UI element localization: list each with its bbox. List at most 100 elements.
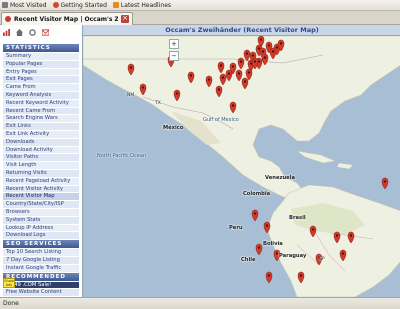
sidebar-item-visitor-paths[interactable]: Visitor Paths [3,154,79,163]
visitor-marker-icon[interactable] [255,243,263,256]
seo-item-7-day-google-listing[interactable]: 7 Day Google Listing [3,256,79,265]
visitor-marker-dot [299,274,303,277]
sidebar-item-recent-came-from[interactable]: Recent Came From [3,107,79,116]
sidebar-item-popular-pages[interactable]: Popular Pages [3,60,79,69]
visitor-marker-dot [257,246,261,249]
visitor-marker-dot [141,86,145,89]
visitor-marker-dot [251,54,255,57]
visitor-marker-dot [227,72,231,75]
sidebar-item-came-from[interactable]: Came From [3,84,79,92]
bookmark-latest-headlines[interactable]: Latest Headlines [112,2,171,9]
visitor-marker-dot [257,47,261,50]
sidebar-item-downloads[interactable]: Downloads [3,138,79,147]
visitor-map[interactable]: Occam's Zweihänder (Recent Visitor Map) … [82,25,400,297]
settings-icon[interactable] [29,29,36,36]
zoom-in-button[interactable]: + [169,39,179,49]
south-america-landmass [266,184,400,297]
tab-title: Recent Visitor Map | Occam's Zweih... [14,15,118,23]
visitor-marker-dot [243,80,247,83]
hispaniola-island [336,162,354,170]
bookmarks-toolbar: Most Visited Getting Started Latest Head… [0,0,400,11]
sidebar-item-returning-visits[interactable]: Returning Visits [3,169,79,178]
sidebar-item-download-activity[interactable]: Download Activity [3,146,79,155]
visitor-marker-dot [279,42,283,45]
visitor-marker-dot [207,78,211,81]
visitor-marker-dot [231,65,235,68]
visitor-marker-dot [129,66,133,69]
ad-badge[interactable]: Show Ads [3,278,15,288]
stats-bars-icon[interactable] [3,29,10,36]
sidebar-item-download-logs[interactable]: Download Logs [3,232,79,241]
seo-item-top-10-search-listing[interactable]: Top 10 Search Listing [3,249,79,257]
visitor-marker-dot [189,74,193,77]
sidebar-item-summary[interactable]: Summary [3,53,79,61]
sidebar-item-visit-length[interactable]: Visit Length [3,162,79,170]
visitor-marker-dot [261,50,265,53]
label-bolivia: Bolivia [263,241,283,247]
visitor-marker-dot [249,62,253,65]
visitor-marker-dot [275,252,279,255]
label-gulf-of-mexico: Gulf of Mexico [203,117,239,123]
sidebar-header-statistics: STATISTICS [3,44,79,52]
sidebar-item-exit-links[interactable]: Exit Links [3,123,79,131]
sidebar-item-system-stats[interactable]: System Stats [3,216,79,225]
visitor-marker-dot [237,72,241,75]
status-bar: Done [0,297,400,309]
sidebar-item-lookup-ip-address[interactable]: Lookup IP Address [3,224,79,233]
label-mexico: México [163,125,184,131]
firefox-icon [52,2,59,8]
sidebar-item-recent-pageload-activity[interactable]: Recent Pageload Activity [3,177,79,186]
sidebar-item-country-state-city-isp[interactable]: Country/State/City/ISP [3,201,79,209]
label-paraguay: Paraguay [279,253,307,259]
seo-list: Top 10 Search Listing 7 Day Google Listin… [3,249,79,273]
seo-item-instant-google-traffic[interactable]: Instant Google Traffic [3,264,79,273]
visitor-marker-dot [271,50,275,53]
rss-feed-icon [112,2,119,8]
label-tx: TX [155,101,161,106]
visitor-marker-dot [217,88,221,91]
site-favicon-icon [5,16,11,22]
sidebar-item-recent-visitor-activity[interactable]: Recent Visitor Activity [3,185,79,194]
visitor-marker-dot [259,38,263,41]
label-sp: SP [319,257,325,262]
label-brasil: Brasil [289,215,306,221]
bookmark-getting-started[interactable]: Getting Started [52,2,107,9]
visitor-marker-dot [275,46,279,49]
visitor-marker-dot [311,228,315,231]
home-icon[interactable] [16,29,23,36]
sidebar-item-exit-link-activity[interactable]: Exit Link Activity [3,130,79,139]
visitor-marker-icon[interactable] [265,271,273,284]
visitor-marker-icon[interactable] [381,177,389,190]
visitor-marker-dot [341,252,345,255]
map-title: Occam's Zweihänder (Recent Visitor Map) [83,25,400,36]
tab-recent-visitor-map[interactable]: Recent Visitor Map | Occam's Zweih... × [1,12,133,25]
label-nm: NM [127,93,135,98]
visitor-marker-dot [175,92,179,95]
sidebar-item-recent-keyword-activity[interactable]: Recent Keyword Activity [3,99,79,108]
sidebar-item-search-engine-wars[interactable]: Search Engine Wars [3,115,79,124]
visitor-marker-dot [239,60,243,63]
sidebar-item-keyword-analysis[interactable]: Keyword Analysis [3,91,79,100]
label-venezuela: Venezuela [265,175,295,181]
visitor-marker-icon[interactable] [251,209,259,222]
sidebar-item-browsers[interactable]: Browsers [3,208,79,217]
mail-icon[interactable] [42,29,49,36]
recommended-item-free-website-content[interactable]: Free Website Content [3,289,79,297]
tab-close-icon[interactable]: × [121,15,129,23]
tab-strip: Recent Visitor Map | Occam's Zweih... × [0,11,400,25]
visitor-marker-dot [265,224,269,227]
sidebar-item-entry-pages[interactable]: Entry Pages [3,68,79,77]
bookmark-star-icon [2,2,8,8]
zoom-out-button[interactable]: − [169,51,179,61]
visitor-marker-dot [349,234,353,237]
visitor-marker-dot [335,234,339,237]
visitor-marker-dot [219,64,223,67]
label-chile: Chile [241,257,256,263]
sidebar-item-recent-visitor-map[interactable]: Recent Visitor Map [3,193,79,202]
bookmark-most-visited[interactable]: Most Visited [2,2,47,9]
label-north-pacific-ocean: North Pacific Ocean [97,153,147,159]
label-peru: Peru [229,225,243,231]
visitor-marker-dot [253,60,257,63]
sidebar-item-exit-pages[interactable]: Exit Pages [3,76,79,85]
sidebar-header-seo: SEO SERVICES [3,240,79,249]
